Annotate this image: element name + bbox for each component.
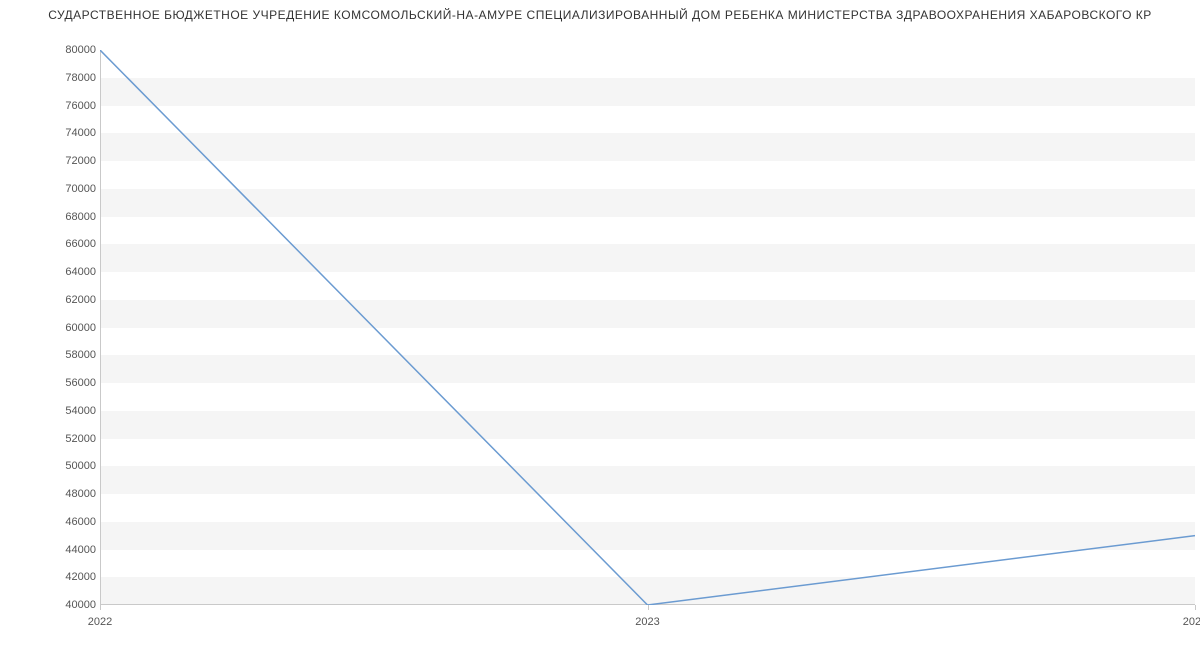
- y-tick-label: 74000: [6, 127, 96, 139]
- series-line: [100, 50, 1195, 605]
- y-tick-label: 48000: [6, 488, 96, 500]
- chart-container: СУДАРСТВЕННОЕ БЮДЖЕТНОЕ УЧРЕДЕНИЕ КОМСОМ…: [0, 0, 1200, 650]
- x-tick-mark: [1195, 605, 1196, 610]
- x-tick-label: 2024: [1183, 616, 1200, 628]
- y-tick-label: 46000: [6, 516, 96, 528]
- y-tick-label: 60000: [6, 322, 96, 334]
- line-layer: [100, 50, 1195, 605]
- y-tick-label: 66000: [6, 238, 96, 250]
- y-tick-label: 68000: [6, 211, 96, 223]
- x-tick-label: 2022: [88, 616, 112, 628]
- y-tick-label: 42000: [6, 571, 96, 583]
- y-tick-label: 72000: [6, 155, 96, 167]
- x-tick-mark: [100, 605, 101, 610]
- y-tick-label: 56000: [6, 377, 96, 389]
- y-tick-label: 78000: [6, 72, 96, 84]
- y-tick-label: 40000: [6, 599, 96, 611]
- y-tick-label: 64000: [6, 266, 96, 278]
- y-tick-label: 50000: [6, 460, 96, 472]
- y-tick-label: 58000: [6, 349, 96, 361]
- x-tick-mark: [648, 605, 649, 610]
- y-tick-label: 70000: [6, 183, 96, 195]
- y-tick-label: 54000: [6, 405, 96, 417]
- y-tick-label: 80000: [6, 44, 96, 56]
- plot-area: [100, 50, 1195, 605]
- y-tick-label: 62000: [6, 294, 96, 306]
- y-tick-label: 44000: [6, 544, 96, 556]
- y-tick-label: 52000: [6, 433, 96, 445]
- y-tick-label: 76000: [6, 100, 96, 112]
- chart-title: СУДАРСТВЕННОЕ БЮДЖЕТНОЕ УЧРЕДЕНИЕ КОМСОМ…: [0, 8, 1200, 22]
- x-tick-label: 2023: [635, 616, 659, 628]
